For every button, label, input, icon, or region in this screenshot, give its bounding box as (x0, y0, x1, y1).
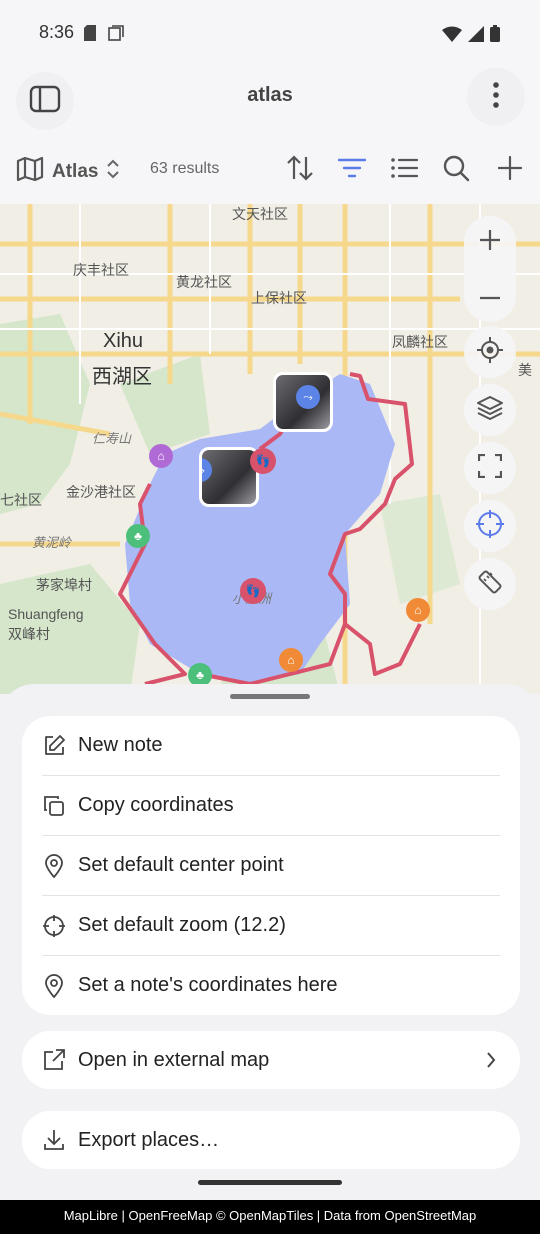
gesture-nav-bar (198, 1180, 342, 1185)
zoom-controls (464, 216, 516, 322)
map-label-huanglong: 黄龙社区 (176, 274, 232, 290)
more-vertical-icon (492, 81, 500, 113)
measure-button[interactable] (464, 558, 516, 610)
external-map-card: Open in external map (22, 1031, 520, 1089)
sheet-drag-handle[interactable] (230, 694, 310, 699)
screenshot-icon (108, 25, 124, 46)
locate-icon (477, 336, 503, 368)
share-icon: ⤳ (202, 458, 212, 482)
sort-button[interactable] (285, 154, 315, 186)
museum-icon[interactable]: ⌂ (406, 598, 430, 622)
open-external-map-button[interactable]: Open in external map (22, 1031, 520, 1089)
battery-icon (490, 25, 500, 47)
zoom-in-button[interactable] (464, 216, 516, 268)
layers-icon (476, 395, 504, 426)
map-label-shuangfeng-en: Shuangfeng (8, 606, 84, 622)
plus-icon (497, 155, 523, 185)
menu-item-set-note-coordinates[interactable]: Set a note's coordinates here (22, 956, 520, 1015)
footprints-icon[interactable]: 👣 (240, 578, 266, 604)
atlas-selector[interactable]: Atlas (16, 156, 120, 187)
app-title: atlas (247, 84, 293, 106)
copy-icon (42, 794, 66, 818)
menu-item-label: Copy coordinates (78, 794, 234, 816)
list-icon (390, 157, 419, 184)
landmark-icon[interactable]: ⌂ (149, 444, 173, 468)
search-icon (442, 154, 470, 187)
sort-arrows-icon (286, 154, 314, 186)
map-label-renshou: 仁寿山 (92, 431, 132, 446)
filter-icon (337, 157, 367, 184)
status-time: 8:36 (39, 22, 75, 42)
status-bar: 8:36 (0, 0, 540, 64)
crosshair-icon (476, 509, 504, 543)
add-button[interactable] (495, 155, 525, 185)
map-icon (16, 156, 44, 187)
sim-card-icon (84, 25, 96, 46)
atlas-name: Atlas (52, 160, 99, 182)
plus-icon (479, 229, 501, 256)
map-label-shangbao: 上保社区 (251, 290, 307, 306)
map-label-wentian: 文天社区 (232, 206, 288, 222)
park-icon[interactable]: ♣ (126, 524, 150, 548)
chevron-up-down-icon (106, 159, 120, 184)
app-bar: atlas (0, 64, 540, 138)
crosshair-icon (42, 914, 66, 938)
map-label-xihu-en: Xihu (103, 330, 144, 352)
map-label-qi: 七社区 (0, 492, 42, 508)
museum-icon[interactable]: ⌂ (279, 648, 303, 672)
fullscreen-icon (477, 453, 503, 483)
map-actions-card: New note Copy coordinates Set default ce… (22, 716, 520, 1015)
map-label-edge: 美 (518, 362, 532, 378)
atlas-toolbar: Atlas 63 results (0, 138, 540, 204)
export-places-label: Export places… (78, 1128, 220, 1151)
menu-item-label: New note (78, 734, 163, 756)
export-places-button[interactable]: Export places… (22, 1111, 520, 1169)
menu-item-new-note[interactable]: New note (22, 716, 520, 775)
footprints-icon[interactable]: 👣 (250, 448, 276, 474)
map-label-xihu-zh: 西湖区 (92, 366, 152, 388)
crosshair-button[interactable] (464, 500, 516, 552)
map-view[interactable]: 文天社区 庆丰社区 黄龙社区 上保社区 Xihu 西湖区 凤麟社区 美 仁寿山 … (0, 204, 540, 694)
fullscreen-button[interactable] (464, 442, 516, 494)
map-label-maojiabu: 茅家埠村 (36, 577, 92, 593)
edit-icon (42, 734, 66, 758)
ruler-icon (476, 568, 504, 601)
filter-button[interactable] (337, 155, 367, 185)
menu-item-copy-coordinates[interactable]: Copy coordinates (22, 776, 520, 835)
menu-item-set-default-zoom[interactable]: Set default zoom (12.2) (22, 896, 520, 955)
download-icon (42, 1128, 66, 1152)
map-label-shuangfeng-zh: 双峰村 (8, 626, 50, 642)
wifi-icon (442, 26, 462, 47)
map-attribution: MapLibre | OpenFreeMap © OpenMapTiles | … (0, 1200, 540, 1234)
signal-icon (468, 26, 484, 47)
external-map-label: Open in external map (78, 1048, 270, 1071)
map-label-qingfeng: 庆丰社区 (73, 262, 129, 278)
menu-item-set-default-center[interactable]: Set default center point (22, 836, 520, 895)
menu-item-label: Set default zoom (12.2) (78, 914, 286, 936)
map-label-jinshagang: 金沙港社区 (66, 484, 136, 500)
results-count: 63 results (150, 160, 220, 177)
menu-item-label: Set a note's coordinates here (78, 974, 338, 996)
location-pin-icon (42, 853, 66, 878)
location-pin-icon (42, 973, 66, 998)
list-view-button[interactable] (389, 155, 419, 185)
external-link-icon (42, 1048, 66, 1072)
zoom-out-button[interactable] (464, 270, 516, 322)
menu-item-label: Set default center point (78, 854, 284, 876)
more-options-button[interactable] (467, 68, 525, 126)
my-location-button[interactable] (464, 326, 516, 378)
minus-icon (479, 287, 501, 305)
photo-marker[interactable]: ⤳ (273, 372, 333, 432)
export-card: Export places… (22, 1111, 520, 1169)
layers-button[interactable] (464, 384, 516, 436)
map-label-fenglin: 凤麟社区 (392, 334, 448, 350)
chevron-right-icon (486, 1051, 496, 1074)
share-icon: ⤳ (296, 385, 320, 409)
search-button[interactable] (441, 155, 471, 185)
map-label-huangniling: 黄泥岭 (32, 535, 72, 550)
